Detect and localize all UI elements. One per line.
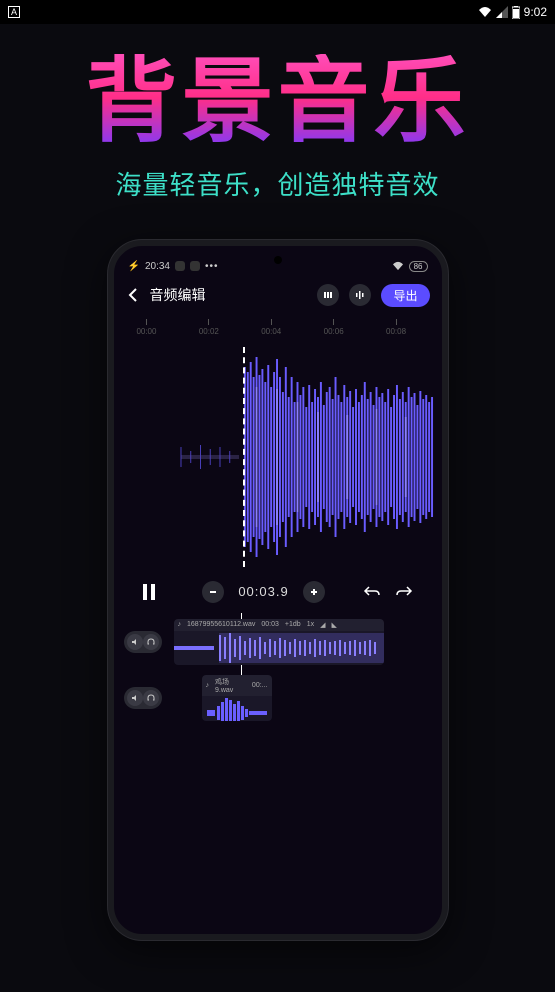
music-note-icon: ♪ [206, 682, 210, 689]
clip-filename: 16879955610112.wav [187, 621, 255, 628]
inner-time: 20:34 [145, 261, 170, 272]
page-title: 音频编辑 [150, 285, 206, 305]
clip-header: ♪ 鸡场9.wav 00:... [202, 675, 272, 696]
inner-status-bar: ⚡ 20:34 ••• 86 [114, 246, 442, 274]
track-lane: ♪ 16879955610112.wav 00:03 +1db 1x ◢ ◣ [114, 619, 442, 665]
track-area: ♪ 16879955610112.wav 00:03 +1db 1x ◢ ◣ [114, 613, 442, 721]
clip-duration: 00:... [252, 682, 268, 689]
track-controls [124, 687, 162, 709]
clip-waveform [202, 696, 272, 721]
app-header: 音频编辑 导出 [114, 274, 442, 313]
undo-button[interactable] [363, 585, 381, 599]
back-button[interactable] [126, 288, 140, 302]
clip-gain: +1db [285, 621, 301, 628]
notification-badge: A [8, 6, 20, 18]
ruler-tick: 00:04 [261, 319, 281, 336]
main-waveform[interactable] [122, 347, 434, 567]
audio-clip[interactable]: ♪ 鸡场9.wav 00:... [202, 675, 272, 721]
ruler-tick: 00:08 [386, 319, 406, 336]
promo-subtitle: 海量轻音乐，创造独特音效 [0, 165, 555, 202]
ruler-tick: 00:02 [199, 319, 219, 336]
time-ruler[interactable]: 00:00 00:02 00:04 00:06 00:08 [122, 319, 434, 347]
status-dot2-icon [190, 261, 200, 271]
tool-button-1[interactable] [317, 284, 339, 306]
ruler-tick: 00:00 [136, 319, 156, 336]
music-note-icon: ♪ [178, 621, 182, 628]
playhead[interactable] [243, 347, 245, 567]
clip-header: ♪ 16879955610112.wav 00:03 +1db 1x ◢ ◣ [174, 619, 384, 631]
fade-out-icon: ◣ [332, 621, 337, 629]
battery-icon [512, 6, 520, 19]
export-button[interactable]: 导出 [381, 284, 429, 307]
fade-in-icon: ◢ [320, 621, 325, 629]
zoom-out-button[interactable] [202, 581, 224, 603]
flash-icon: ⚡ [128, 261, 140, 272]
time-display: 00:03.9 [238, 584, 288, 599]
inner-battery: 86 [409, 261, 428, 272]
status-time: 9:02 [524, 5, 547, 19]
android-status-bar: A 9:02 [0, 0, 555, 24]
transport-bar: 00:03.9 [114, 567, 442, 613]
clip-waveform [174, 631, 384, 665]
pause-button[interactable] [142, 584, 156, 600]
audio-clip[interactable]: ♪ 16879955610112.wav 00:03 +1db 1x ◢ ◣ [174, 619, 384, 665]
solo-button[interactable] [143, 634, 159, 650]
signal-icon [496, 6, 508, 18]
phone-mockup: ⚡ 20:34 ••• 86 音频编辑 导出 00:00 00:02 [108, 240, 448, 940]
mute-button[interactable] [127, 690, 143, 706]
solo-button[interactable] [143, 690, 159, 706]
track-controls [124, 631, 162, 653]
redo-button[interactable] [395, 585, 413, 599]
clip-duration: 00:03 [261, 621, 279, 628]
status-dot-icon [175, 261, 185, 271]
more-icon: ••• [205, 261, 219, 272]
ruler-tick: 00:06 [324, 319, 344, 336]
clip-speed: 1x [307, 621, 314, 628]
clip-filename: 鸡场9.wav [215, 677, 246, 694]
tool-button-2[interactable] [349, 284, 371, 306]
zoom-in-button[interactable] [303, 581, 325, 603]
promo-title: 背景音乐 [0, 54, 555, 151]
inner-wifi-icon [392, 261, 404, 271]
track-lane: ♪ 鸡场9.wav 00:... [114, 675, 442, 721]
mute-button[interactable] [127, 634, 143, 650]
promo-section: 背景音乐 海量轻音乐，创造独特音效 [0, 24, 555, 212]
wifi-icon [478, 6, 492, 18]
